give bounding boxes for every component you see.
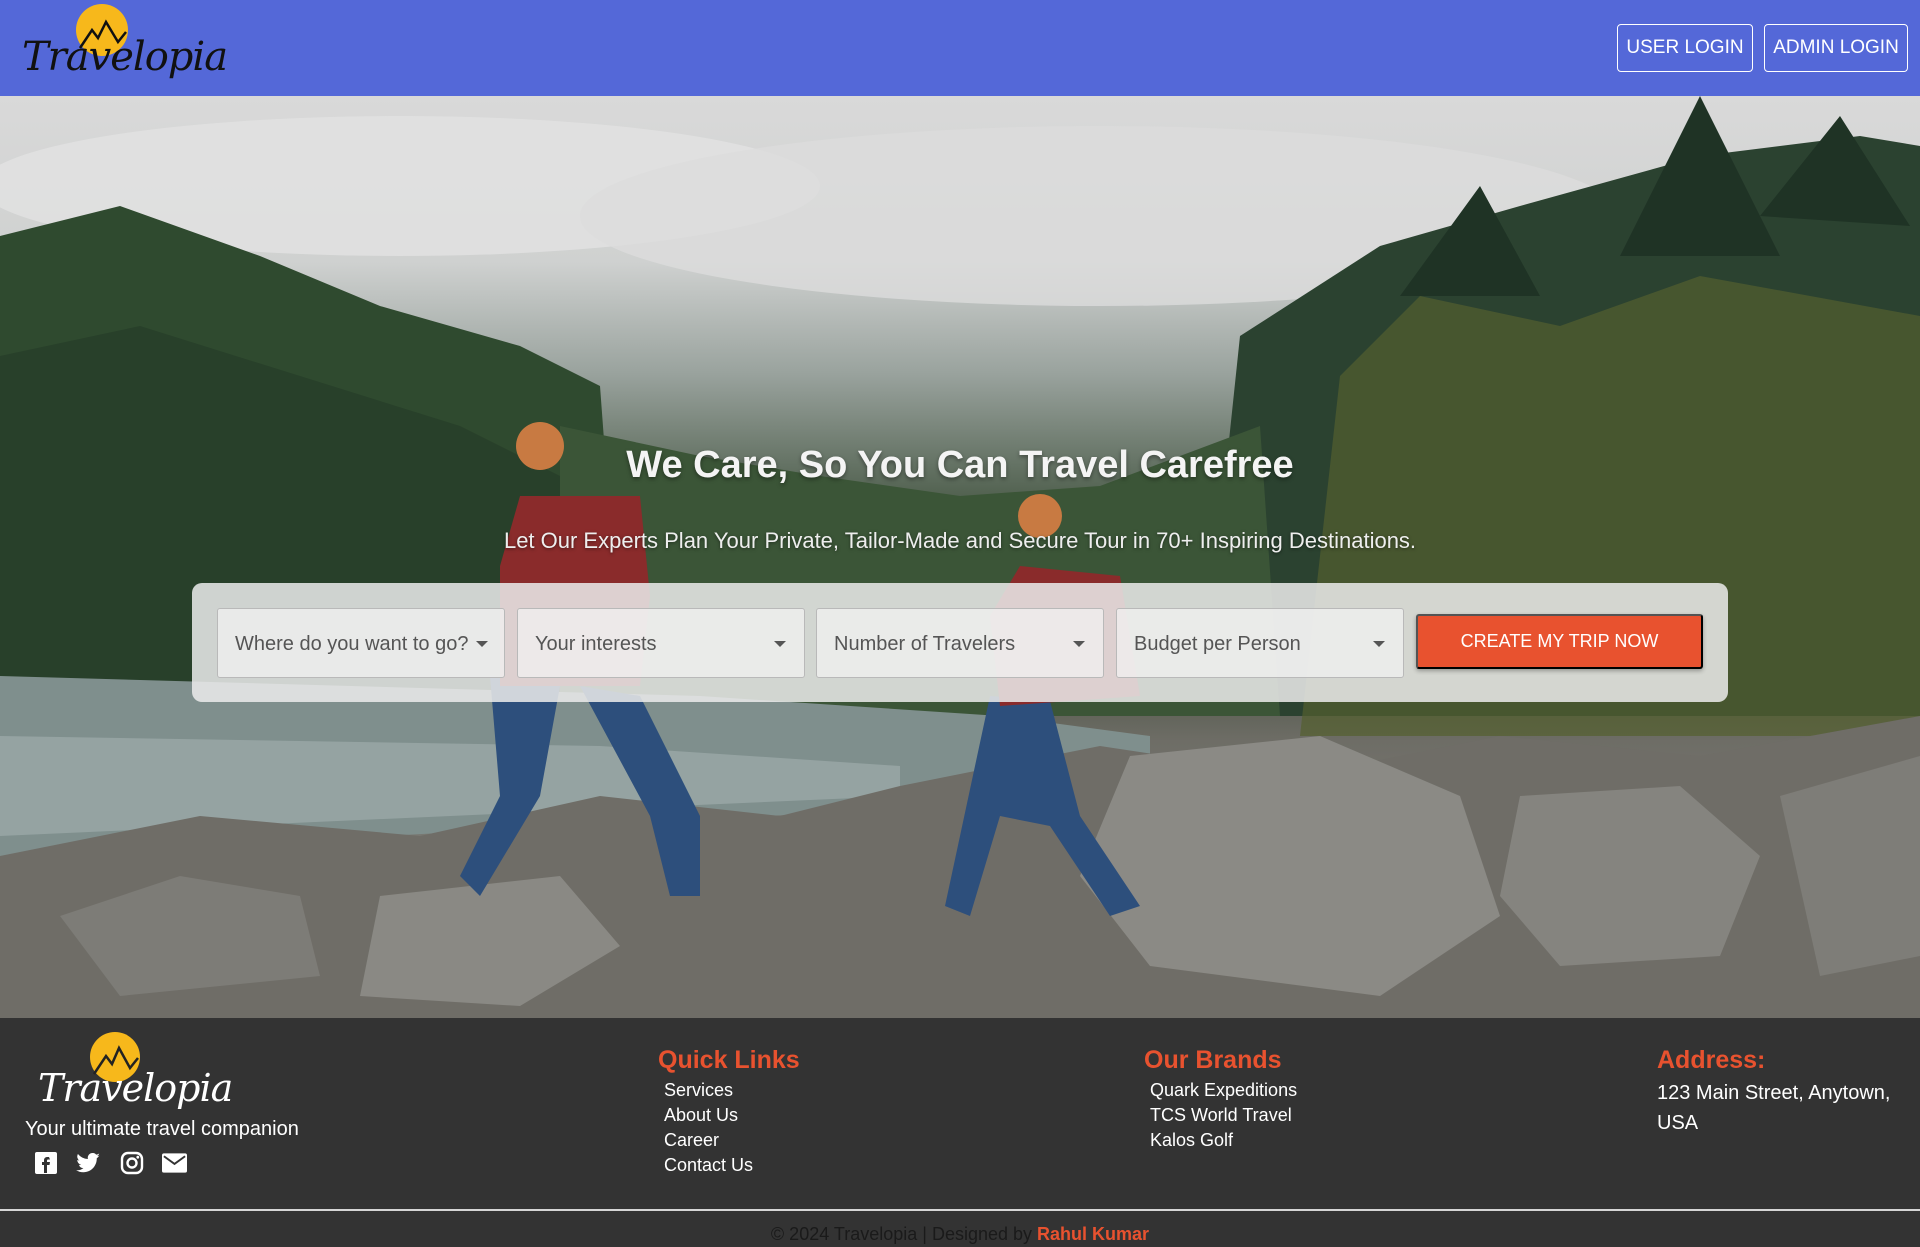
- footer-logo[interactable]: Travelopia: [38, 1030, 233, 1120]
- designer-link[interactable]: Rahul Kumar: [1037, 1224, 1149, 1244]
- interests-label: Your interests: [535, 633, 657, 655]
- destination-select[interactable]: Where do you want to go?: [217, 608, 505, 678]
- hero-subtitle: Let Our Experts Plan Your Private, Tailo…: [503, 528, 1417, 553]
- brands-list: Quark Expeditions TCS World Travel Kalos…: [1150, 1078, 1297, 1153]
- copyright-text: © 2024 Travelopia | Designed by: [770, 1224, 1033, 1244]
- travelers-label: Number of Travelers: [834, 633, 1016, 655]
- budget-label: Budget per Person: [1134, 633, 1301, 655]
- footer-link-about-us[interactable]: About Us: [664, 1103, 753, 1128]
- chevron-down-icon: [1073, 641, 1085, 647]
- footer-divider: [0, 1209, 1920, 1211]
- trip-search-panel: Where do you want to go? Your interests …: [192, 583, 1728, 702]
- our-brands-title: Our Brands: [1144, 1046, 1282, 1074]
- chevron-down-icon: [1373, 641, 1385, 647]
- travelers-select[interactable]: Number of Travelers: [816, 608, 1104, 678]
- instagram-icon[interactable]: [119, 1150, 144, 1175]
- twitter-icon[interactable]: [76, 1150, 101, 1175]
- footer-link-services[interactable]: Services: [664, 1078, 753, 1103]
- quick-links-list: Services About Us Career Contact Us: [664, 1078, 753, 1178]
- mail-icon[interactable]: [162, 1150, 187, 1175]
- site-footer: Travelopia Your ultimate travel companio…: [0, 1018, 1920, 1247]
- top-navbar: Travelopia USER LOGIN ADMIN LOGIN: [0, 0, 1920, 96]
- facebook-icon[interactable]: [33, 1150, 58, 1175]
- admin-login-button[interactable]: ADMIN LOGIN: [1764, 24, 1908, 72]
- chevron-down-icon: [476, 641, 488, 647]
- footer-tagline: Your ultimate travel companion: [25, 1118, 299, 1140]
- social-links: [33, 1150, 187, 1175]
- interests-select[interactable]: Your interests: [517, 608, 805, 678]
- address-text: 123 Main Street, Anytown, USA: [1657, 1082, 1891, 1134]
- copyright: © 2024 Travelopia | Designed by Rahul Ku…: [0, 1224, 1920, 1245]
- budget-select[interactable]: Budget per Person: [1116, 608, 1404, 678]
- destination-label: Where do you want to go?: [235, 633, 469, 655]
- footer-brand-name: Travelopia: [38, 1066, 233, 1110]
- brand-name: Travelopia: [22, 34, 228, 80]
- chevron-down-icon: [774, 641, 786, 647]
- quick-links-title: Quick Links: [658, 1046, 800, 1074]
- address-title: Address:: [1657, 1046, 1766, 1074]
- brand-link-tcs[interactable]: TCS World Travel: [1150, 1103, 1297, 1128]
- footer-link-contact-us[interactable]: Contact Us: [664, 1153, 753, 1178]
- brand-link-kalos[interactable]: Kalos Golf: [1150, 1128, 1297, 1153]
- hero-section: We Care, So You Can Travel Carefree Let …: [0, 96, 1920, 1018]
- brand-logo[interactable]: Travelopia: [22, 0, 228, 92]
- hero-background-image: [0, 96, 1920, 1018]
- footer-link-career[interactable]: Career: [664, 1128, 753, 1153]
- hero-title: We Care, So You Can Travel Carefree: [626, 444, 1294, 486]
- brand-link-quark[interactable]: Quark Expeditions: [1150, 1078, 1297, 1103]
- user-login-button[interactable]: USER LOGIN: [1617, 24, 1753, 72]
- create-trip-button[interactable]: CREATE MY TRIP NOW: [1416, 614, 1703, 669]
